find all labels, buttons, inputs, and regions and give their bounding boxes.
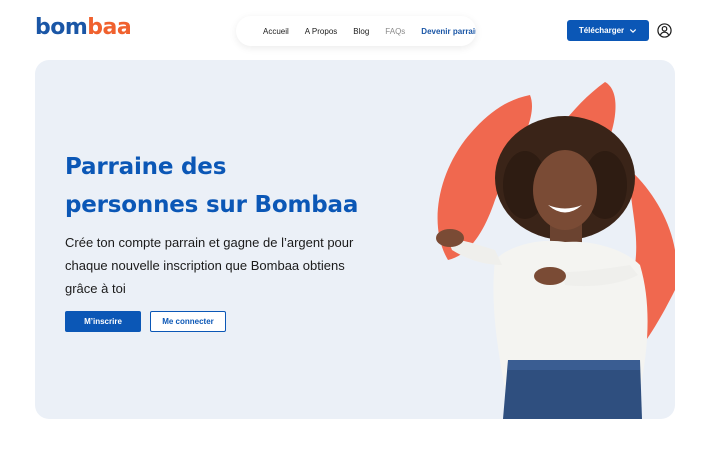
nav-link-faqs[interactable]: FAQs [385, 27, 405, 36]
signup-button[interactable]: M’inscrire [65, 311, 141, 332]
chevron-down-icon [630, 28, 637, 33]
bombaa-logo[interactable]: bombaa [35, 14, 132, 42]
nav-link-blog[interactable]: Blog [353, 27, 369, 36]
main-nav: Accueil A Propos Blog FAQs Devenir parra… [236, 16, 476, 46]
hero-illustration [436, 82, 675, 419]
nav-link-a-propos[interactable]: A Propos [305, 27, 337, 36]
download-button[interactable]: Télécharger [567, 20, 649, 41]
hero-title: Parraine des personnes sur Bombaa [65, 148, 395, 224]
nav-link-accueil[interactable]: Accueil [263, 27, 289, 36]
user-icon[interactable] [657, 23, 672, 38]
login-button[interactable]: Me connecter [150, 311, 226, 332]
hand-right [534, 267, 566, 285]
logo-part-1: bom [35, 15, 88, 40]
download-button-label: Télécharger [578, 26, 625, 35]
hand-left [436, 229, 464, 247]
hero-title-line-2: personnes sur Bombaa [65, 192, 359, 218]
hero-section: Parraine des personnes sur Bombaa Crée t… [35, 60, 675, 419]
hero-title-line-1: Parraine des [65, 154, 227, 180]
face [533, 150, 597, 230]
nav-link-devenir-parrain[interactable]: Devenir parrain [421, 27, 476, 36]
logo-part-2: baa [87, 15, 132, 40]
hero-description: Crée ton compte parrain et gagne de l’ar… [65, 235, 354, 296]
